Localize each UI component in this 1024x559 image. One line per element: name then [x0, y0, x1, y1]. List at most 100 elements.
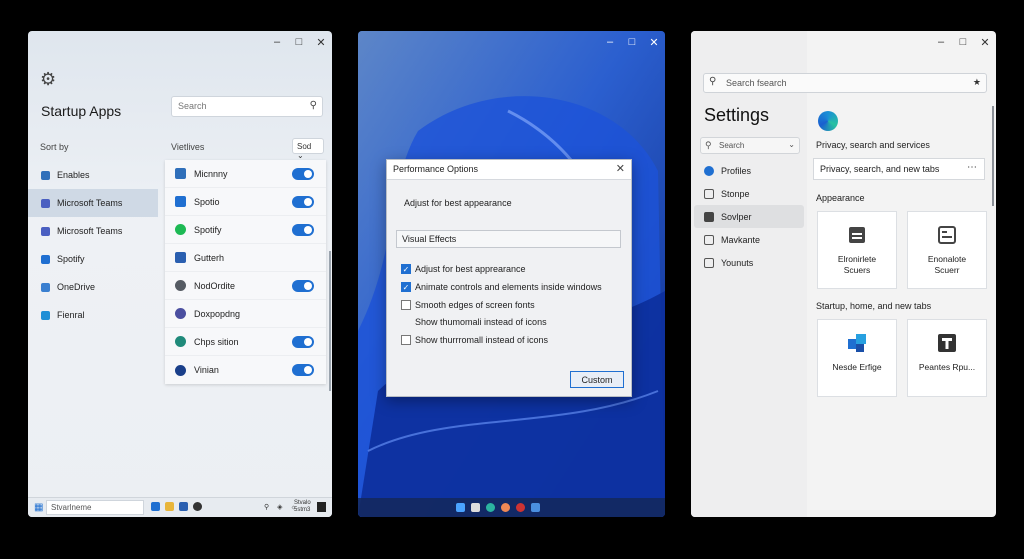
startup-toggle[interactable]: [292, 224, 314, 236]
card-label: Peantes Rpu...: [918, 362, 976, 372]
scrollbar[interactable]: [992, 106, 994, 206]
checkbox[interactable]: [401, 335, 411, 345]
table-row[interactable]: Vinian: [165, 356, 326, 384]
grid-icon: [704, 257, 714, 268]
clock-line: 5stm3: [294, 507, 311, 513]
close-icon[interactable]: ✕: [616, 162, 625, 175]
checkbox[interactable]: ✓: [401, 264, 411, 274]
table-row[interactable]: Spotify: [165, 216, 326, 244]
sidebar-search-input[interactable]: ⚲ Search ⌄: [700, 137, 800, 154]
privacy-setting[interactable]: Privacy, search, and new tabs ⋯: [813, 158, 985, 180]
list-item[interactable]: Spotify: [28, 245, 158, 273]
sidebar-item[interactable]: Younuts: [694, 251, 804, 274]
close-icon[interactable]: ✕: [310, 31, 332, 53]
app-icon: [704, 211, 714, 222]
card-line: Scuerr: [934, 265, 960, 275]
taskbar-search[interactable]: Stvarlneme: [46, 500, 144, 515]
settings-card[interactable]: Peantes Rpu...: [907, 319, 987, 397]
visual-effects-tab[interactable]: Visual Effects: [396, 230, 621, 248]
app-icon[interactable]: [193, 502, 202, 511]
startup-toggle[interactable]: [292, 168, 314, 180]
app-icon[interactable]: [516, 503, 525, 512]
more-icon[interactable]: ⋯: [967, 162, 977, 173]
performance-options-window: – □ ✕ Performance Options ✕ Adjust for b…: [358, 31, 665, 517]
sidebar-item[interactable]: Stonpe: [694, 182, 804, 205]
gear-icon: ⚙: [40, 69, 57, 89]
card-label: Enonalote Scuerr: [908, 254, 986, 276]
maximize-icon[interactable]: □: [288, 31, 310, 53]
windows-start-icon[interactable]: [456, 503, 465, 512]
maximize-icon[interactable]: □: [952, 31, 974, 53]
sidebar-item-label: Sovlper: [721, 211, 752, 222]
teams-icon: [41, 226, 50, 236]
checkbox[interactable]: [401, 300, 411, 310]
settings-card[interactable]: Enonalote Scuerr: [907, 211, 987, 289]
table-row[interactable]: Doxpopdng: [165, 300, 326, 328]
custom-button[interactable]: Custom: [570, 371, 624, 388]
folder-icon[interactable]: [165, 502, 174, 511]
sidebar-item[interactable]: Profiles: [694, 159, 804, 182]
settings-card[interactable]: Elronirlete Scuers: [817, 211, 897, 289]
page-title: Settings: [704, 105, 770, 125]
view-label: Vietlives: [171, 142, 205, 152]
app-icon[interactable]: [471, 503, 480, 512]
settings-window: – □ ✕ ⚲ Search fsearch ★ Settings ⚲ Sear…: [691, 31, 996, 517]
app-icon[interactable]: [151, 502, 160, 511]
app-icon[interactable]: [501, 503, 510, 512]
app-name: Spotify: [194, 224, 222, 235]
clock[interactable]: Stvalo 5stm3: [294, 500, 311, 514]
sidebar-item[interactable]: Mavkante: [694, 228, 804, 251]
checkbox-option[interactable]: ✓ Animate controls and elements inside wi…: [401, 282, 602, 292]
dialog-title: Performance Options: [393, 164, 479, 174]
list-item[interactable]: Microsoft Teams: [28, 217, 158, 245]
chevron-down-icon: ⌄: [788, 140, 795, 149]
app-icon: [41, 310, 50, 320]
startup-toggle[interactable]: [292, 280, 314, 292]
search-placeholder: Search: [178, 101, 207, 111]
close-icon[interactable]: ✕: [643, 31, 665, 53]
search-input[interactable]: Search ⚲: [171, 96, 323, 117]
table-row[interactable]: Gutterh: [165, 244, 326, 272]
close-icon[interactable]: ✕: [974, 31, 996, 53]
minimize-icon[interactable]: –: [930, 31, 952, 53]
startup-toggle[interactable]: [292, 364, 314, 376]
settings-card[interactable]: Nesde Erfige: [817, 319, 897, 397]
list-item[interactable]: Fienral: [28, 301, 158, 329]
card-line: Enonalote: [927, 254, 967, 264]
app-icon: [175, 168, 186, 179]
list-item[interactable]: Microsoft Teams: [28, 189, 158, 217]
scrollbar[interactable]: [329, 251, 331, 391]
app-icon: [704, 188, 714, 199]
table-row[interactable]: Chps sition: [165, 328, 326, 356]
app-icon[interactable]: [179, 502, 188, 511]
checkbox-option[interactable]: Show thurrromall instead of icons: [401, 335, 548, 345]
list-item[interactable]: Enables: [28, 161, 158, 189]
app-icon: [175, 364, 186, 376]
mic-icon[interactable]: ★: [973, 77, 981, 88]
checkbox[interactable]: ✓: [401, 282, 411, 292]
text-icon: [938, 334, 956, 352]
sort-dropdown[interactable]: Sod ⌄: [292, 138, 324, 160]
table-row[interactable]: Micnnny: [165, 160, 326, 188]
checkbox-option[interactable]: Smooth edges of screen fonts: [401, 300, 535, 310]
checkbox-option[interactable]: ✓ Adjust for best apprearance: [401, 264, 526, 274]
startup-toggle[interactable]: [292, 196, 314, 208]
table-row[interactable]: NodOrdite: [165, 272, 326, 300]
minimize-icon[interactable]: –: [599, 31, 621, 53]
minimize-icon[interactable]: –: [266, 31, 288, 53]
card-line: Elronirlete: [837, 254, 877, 264]
startup-toggle[interactable]: [292, 336, 314, 348]
sidebar-item-label: Mavkante: [721, 234, 761, 245]
checkbox-option[interactable]: Show thumomali instead of icons: [415, 317, 547, 327]
settings-search-input[interactable]: ⚲ Search fsearch ★: [703, 73, 987, 93]
maximize-icon[interactable]: □: [621, 31, 643, 53]
notification-icon[interactable]: [317, 502, 326, 512]
list-item[interactable]: OneDrive: [28, 273, 158, 301]
edge-icon[interactable]: [486, 503, 495, 512]
table-row[interactable]: Spotio: [165, 188, 326, 216]
windows-start-icon[interactable]: ▦: [34, 502, 43, 513]
app-icon[interactable]: [531, 503, 540, 512]
startup-apps-panel: Micnnny Spotio Spotify Gutterh NodOrdite…: [165, 160, 326, 384]
settings-nav: Profiles Stonpe Sovlper Mavkante Younuts: [694, 159, 804, 274]
sidebar-item[interactable]: Sovlper: [694, 205, 804, 228]
